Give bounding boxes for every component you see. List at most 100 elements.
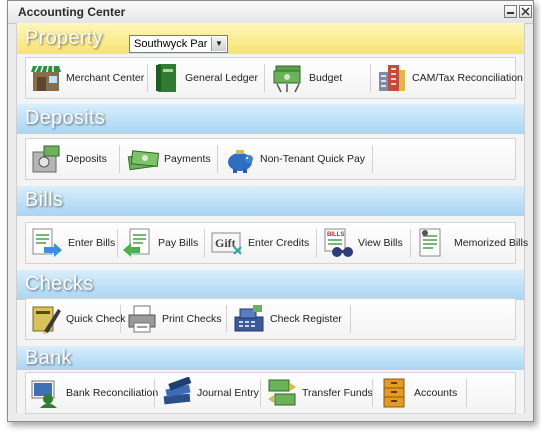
non-tenant-quick-pay-label: Non-Tenant Quick Pay bbox=[260, 153, 366, 165]
separator bbox=[117, 229, 118, 257]
quick-check-label: Quick Check bbox=[66, 313, 126, 325]
enter-bills-label: Enter Bills bbox=[68, 237, 116, 249]
journal-books-icon bbox=[163, 377, 192, 405]
checks-section-header: Checks bbox=[17, 270, 524, 300]
separator bbox=[372, 145, 373, 173]
memorized-bills-icon bbox=[419, 228, 441, 257]
enter-credits-button[interactable]: Gift Enter Credits bbox=[210, 223, 309, 263]
chevron-down-icon[interactable]: ▼ bbox=[211, 37, 226, 51]
printer-icon bbox=[128, 305, 156, 333]
accounting-center-window: Accounting Center Property Southwyck Par… bbox=[7, 0, 534, 422]
cash-payment-icon bbox=[127, 150, 160, 171]
memorized-bills-button[interactable]: Memorized Bills bbox=[416, 223, 528, 263]
print-checks-label: Print Checks bbox=[162, 313, 222, 325]
property-select-value: Southwyck Par bbox=[134, 38, 208, 50]
bills-row: Enter Bills Pay Bills Gift Enter Credits bbox=[25, 222, 528, 264]
accounts-button[interactable]: Accounts bbox=[378, 373, 457, 413]
ledger-book-icon bbox=[156, 64, 176, 92]
budget-button[interactable]: Budget bbox=[271, 58, 342, 98]
enter-bills-button[interactable]: Enter Bills bbox=[30, 223, 115, 263]
pay-bills-label: Pay Bills bbox=[158, 237, 199, 249]
money-stack-icon bbox=[273, 65, 301, 93]
deposits-row: Deposits Payments Non-Tenant Quick Pay bbox=[25, 138, 516, 180]
checks-section-title: Checks bbox=[25, 273, 94, 295]
budget-label: Budget bbox=[309, 72, 343, 84]
svg-text:Gift: Gift bbox=[215, 236, 236, 250]
bank-row: Bank Reconciliation Journal Entry Transf… bbox=[25, 372, 516, 414]
quick-check-button[interactable]: Quick Check bbox=[30, 299, 126, 339]
cam-tax-reconciliation-label: CAM/Tax Reconciliation bbox=[412, 72, 523, 84]
separator bbox=[260, 379, 261, 407]
separator bbox=[217, 145, 218, 173]
enter-bills-icon bbox=[32, 228, 62, 257]
checks-row: Quick Check Print Checks Check Register bbox=[25, 298, 516, 340]
window-title: Accounting Center bbox=[18, 5, 126, 19]
separator bbox=[372, 379, 373, 407]
bank-reconciliation-label: Bank Reconciliation bbox=[66, 387, 159, 399]
separator bbox=[466, 379, 467, 407]
quick-check-icon bbox=[32, 306, 61, 334]
separator bbox=[226, 305, 227, 333]
deposits-label: Deposits bbox=[66, 153, 107, 165]
deposits-button[interactable]: Deposits bbox=[30, 139, 107, 179]
merchant-center-button[interactable]: Merchant Center bbox=[30, 58, 144, 98]
close-icon bbox=[521, 7, 530, 16]
memorized-bills-label: Memorized Bills bbox=[454, 237, 529, 249]
view-bills-label: View Bills bbox=[358, 237, 403, 249]
separator bbox=[264, 64, 265, 92]
property-section-header: Property Southwyck Par ▼ bbox=[17, 24, 524, 54]
gift-certificate-icon: Gift bbox=[211, 232, 242, 255]
transfer-funds-icon bbox=[268, 379, 296, 406]
accounts-label: Accounts bbox=[414, 387, 458, 399]
pay-bills-button[interactable]: Pay Bills bbox=[122, 223, 198, 263]
general-ledger-label: General Ledger bbox=[185, 72, 258, 84]
bank-section-header: Bank bbox=[17, 346, 524, 370]
minimize-button[interactable] bbox=[504, 5, 517, 18]
separator bbox=[154, 379, 155, 407]
separator bbox=[120, 305, 121, 333]
print-checks-button[interactable]: Print Checks bbox=[126, 299, 222, 339]
svg-text:BILLS: BILLS bbox=[327, 232, 344, 238]
file-cabinet-icon bbox=[383, 378, 405, 408]
property-section-title: Property bbox=[25, 27, 103, 49]
pay-bills-icon bbox=[123, 228, 150, 257]
close-button[interactable] bbox=[519, 5, 532, 18]
payments-label: Payments bbox=[164, 153, 211, 165]
property-select[interactable]: Southwyck Par ▼ bbox=[129, 35, 228, 53]
separator bbox=[147, 64, 148, 92]
cash-register-icon bbox=[234, 305, 264, 332]
separator bbox=[119, 145, 120, 173]
safe-deposit-icon bbox=[32, 145, 60, 173]
title-bar[interactable]: Accounting Center bbox=[8, 1, 533, 24]
transfer-funds-button[interactable]: Transfer Funds bbox=[266, 373, 373, 413]
view-bills-button[interactable]: BILLS View Bills bbox=[322, 223, 403, 263]
journal-entry-button[interactable]: Journal Entry bbox=[161, 373, 259, 413]
deposits-section-title: Deposits bbox=[25, 107, 106, 129]
piggy-bank-icon bbox=[228, 150, 253, 173]
non-tenant-quick-pay-button[interactable]: Non-Tenant Quick Pay bbox=[224, 139, 365, 179]
bills-section-header: Bills bbox=[17, 186, 524, 216]
bank-reconciliation-button[interactable]: Bank Reconciliation bbox=[30, 373, 158, 413]
transfer-funds-label: Transfer Funds bbox=[302, 387, 373, 399]
cam-tax-reconciliation-button[interactable]: CAM/Tax Reconciliation bbox=[376, 58, 523, 98]
buildings-icon bbox=[379, 65, 405, 91]
journal-entry-label: Journal Entry bbox=[197, 387, 259, 399]
check-register-button[interactable]: Check Register bbox=[232, 299, 342, 339]
separator bbox=[350, 305, 351, 333]
check-register-label: Check Register bbox=[270, 313, 342, 325]
bank-section-title: Bank bbox=[25, 347, 72, 369]
separator bbox=[316, 229, 317, 257]
separator bbox=[370, 64, 371, 92]
general-ledger-button[interactable]: General Ledger bbox=[153, 58, 258, 98]
merchant-center-label: Merchant Center bbox=[66, 72, 145, 84]
payments-button[interactable]: Payments bbox=[126, 139, 211, 179]
minimize-icon bbox=[507, 12, 514, 14]
deposits-section-header: Deposits bbox=[17, 104, 524, 134]
separator bbox=[410, 229, 411, 257]
property-row: Merchant Center General Ledger Budget CA… bbox=[25, 57, 523, 99]
view-bills-icon: BILLS bbox=[324, 228, 353, 257]
separator bbox=[204, 229, 205, 257]
bank-reconciliation-icon bbox=[31, 380, 57, 408]
store-icon bbox=[31, 65, 61, 91]
enter-credits-label: Enter Credits bbox=[248, 237, 310, 249]
